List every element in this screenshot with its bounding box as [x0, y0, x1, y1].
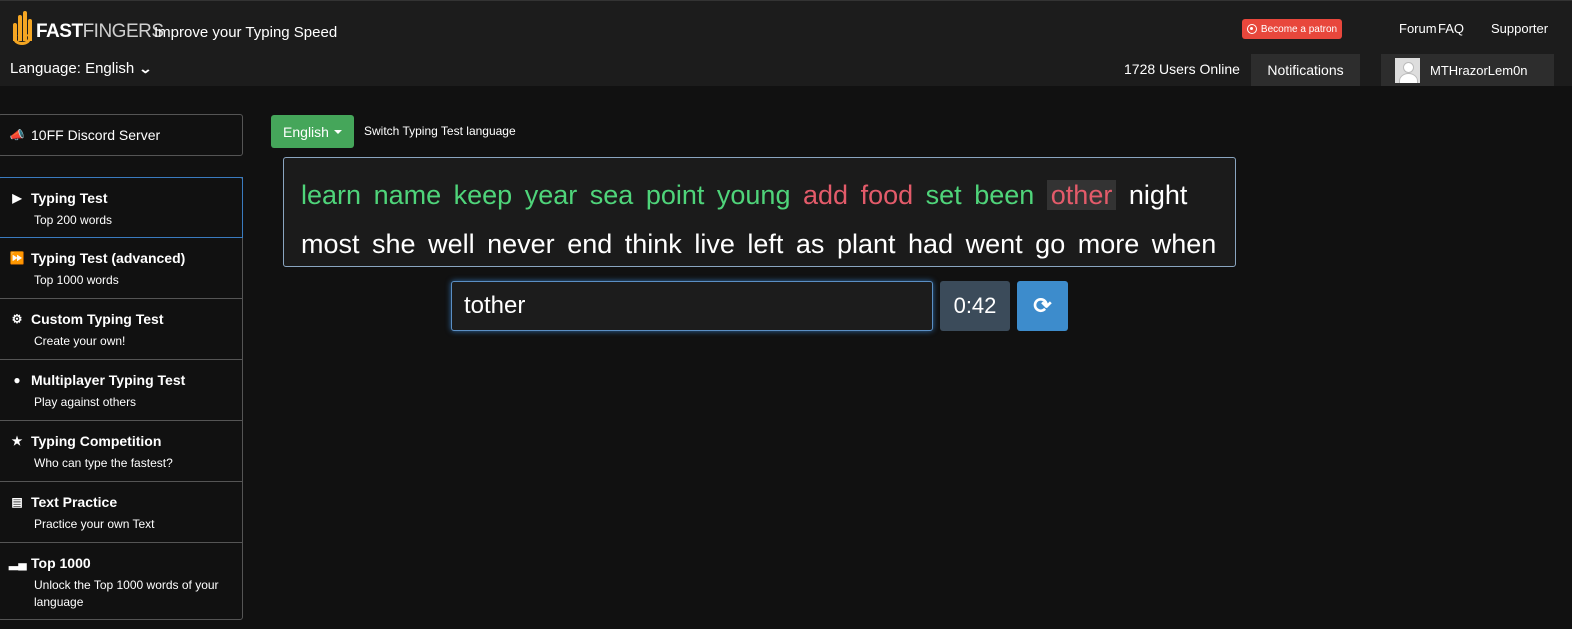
- countdown-timer: 0:42: [940, 281, 1010, 331]
- megaphone-icon: 📣: [9, 128, 25, 142]
- sidebar-item-text-practice[interactable]: ▤ Text Practice Practice your own Text: [0, 482, 242, 543]
- top-navbar: FASTFINGERS Improve your Typing Speed La…: [0, 0, 1572, 86]
- word-correct: young: [716, 180, 791, 210]
- sidebar-nav: ▶ Typing Test Top 200 words ⏩ Typing Test …: [0, 177, 243, 620]
- fast-forward-icon: ⏩: [9, 251, 25, 265]
- logo-fast-text: FAST: [36, 21, 83, 42]
- word-pending: never: [487, 229, 555, 259]
- sidebar-item-title: Text Practice: [31, 494, 118, 510]
- avatar: [1395, 57, 1420, 83]
- site-tagline: Improve your Typing Speed: [154, 24, 338, 41]
- discord-label: 10FF Discord Server: [31, 127, 161, 143]
- patreon-icon: [1246, 24, 1257, 34]
- become-patron-button[interactable]: Become a patron: [1242, 19, 1342, 39]
- restart-button[interactable]: ⟳: [1017, 281, 1068, 331]
- word-correct: been: [974, 180, 1035, 210]
- word-pending: had: [908, 229, 954, 259]
- forum-link[interactable]: Forum: [1399, 21, 1437, 36]
- word-current: other: [1046, 180, 1117, 210]
- signal-icon: ▂▄: [9, 556, 27, 570]
- sidebar-item-typing-test-advanced[interactable]: ⏩ Typing Test (advanced) Top 1000 words: [0, 238, 242, 299]
- typing-input[interactable]: [451, 281, 933, 331]
- language-label: Language: English: [10, 60, 135, 77]
- word-correct: point: [645, 180, 705, 210]
- word-pending: night: [1128, 180, 1188, 210]
- sidebar-item-typing-test[interactable]: ▶ Typing Test Top 200 words: [0, 177, 243, 238]
- word-pending: well: [428, 229, 475, 259]
- word-correct: learn: [301, 180, 362, 210]
- trophy-icon: ★: [11, 434, 23, 448]
- switch-language-label: Switch Typing Test language: [364, 124, 516, 138]
- word-correct: sea: [589, 180, 634, 210]
- word-pending: went: [965, 229, 1023, 259]
- sidebar-item-subtitle: Top 1000 words: [34, 273, 119, 287]
- sidebar-item-top-1000[interactable]: ▂▄ Top 1000 Unlock the Top 1000 words of …: [0, 543, 242, 623]
- sidebar-item-multiplayer[interactable]: ● Multiplayer Typing Test Play against ot…: [0, 360, 242, 421]
- sidebar-item-subtitle: Top 200 words: [34, 213, 113, 227]
- word-display: learn name keep year sea point young add…: [283, 157, 1236, 267]
- word-correct: set: [925, 180, 962, 210]
- users-online-count: 1728 Users Online: [1124, 61, 1240, 77]
- sidebar-item-subtitle: Practice your own Text: [34, 517, 155, 531]
- username: MTHrazorLem0n: [1430, 62, 1528, 78]
- word-pending: plant: [836, 229, 896, 259]
- hand-logo-icon: [10, 9, 34, 47]
- word-pending: go: [1035, 229, 1066, 259]
- sidebar-item-subtitle: Unlock the Top 1000 words of your langua…: [34, 578, 219, 609]
- word-pending: live: [694, 229, 735, 259]
- word-pending: she: [372, 229, 416, 259]
- test-language-button[interactable]: English: [271, 115, 354, 148]
- sidebar-item-title: Typing Test: [31, 190, 108, 206]
- site-logo[interactable]: FASTFINGERS: [10, 7, 164, 47]
- sidebar-item-subtitle: Play against others: [34, 395, 137, 409]
- user-menu[interactable]: MTHrazorLem0n: [1381, 54, 1554, 86]
- word-pending: left: [747, 229, 784, 259]
- word-pending: end: [567, 229, 613, 259]
- sidebar-item-title: Typing Competition: [31, 433, 162, 449]
- supporter-link[interactable]: Supporter: [1491, 21, 1548, 36]
- word-pending: most: [301, 229, 360, 259]
- word-correct: keep: [453, 180, 513, 210]
- refresh-icon: ⟳: [1033, 293, 1052, 318]
- sidebar-item-subtitle: Who can type the fastest?: [34, 456, 173, 470]
- users-icon: ●: [13, 373, 21, 387]
- caret-down-icon: [333, 129, 342, 134]
- play-icon: ▶: [12, 191, 22, 205]
- notifications-button[interactable]: Notifications: [1251, 54, 1360, 86]
- word-correct: name: [373, 180, 442, 210]
- sidebar-item-subtitle: Create your own!: [34, 334, 126, 348]
- sidebar-item-title: Top 1000: [31, 555, 91, 571]
- document-icon: ▤: [11, 495, 23, 509]
- word-pending: as: [795, 229, 825, 259]
- patron-label: Become a patron: [1260, 23, 1338, 35]
- sidebar-item-title: Custom Typing Test: [31, 311, 164, 327]
- word-pending: more: [1077, 229, 1140, 259]
- discord-server-link[interactable]: 📣 10FF Discord Server: [0, 114, 243, 156]
- faq-link[interactable]: FAQ: [1438, 21, 1464, 36]
- word-incorrect: add: [802, 180, 849, 210]
- word-pending: when: [1151, 229, 1217, 259]
- logo-fingers-text: FINGERS: [82, 21, 164, 42]
- chevron-down-icon: ⌄: [138, 60, 153, 76]
- gears-icon: ⚙: [11, 312, 23, 326]
- language-selector[interactable]: Language: English ⌄: [10, 60, 153, 77]
- sidebar-item-custom-typing-test[interactable]: ⚙ Custom Typing Test Create your own!: [0, 299, 242, 360]
- sidebar-item-title: Typing Test (advanced): [31, 250, 186, 266]
- word-incorrect: food: [860, 180, 914, 210]
- sidebar-item-title: Multiplayer Typing Test: [31, 372, 186, 388]
- test-language-label: English: [283, 123, 329, 140]
- word-pending: think: [624, 229, 682, 259]
- word-correct: year: [524, 180, 578, 210]
- sidebar-item-competition[interactable]: ★ Typing Competition Who can type the fas…: [0, 421, 242, 482]
